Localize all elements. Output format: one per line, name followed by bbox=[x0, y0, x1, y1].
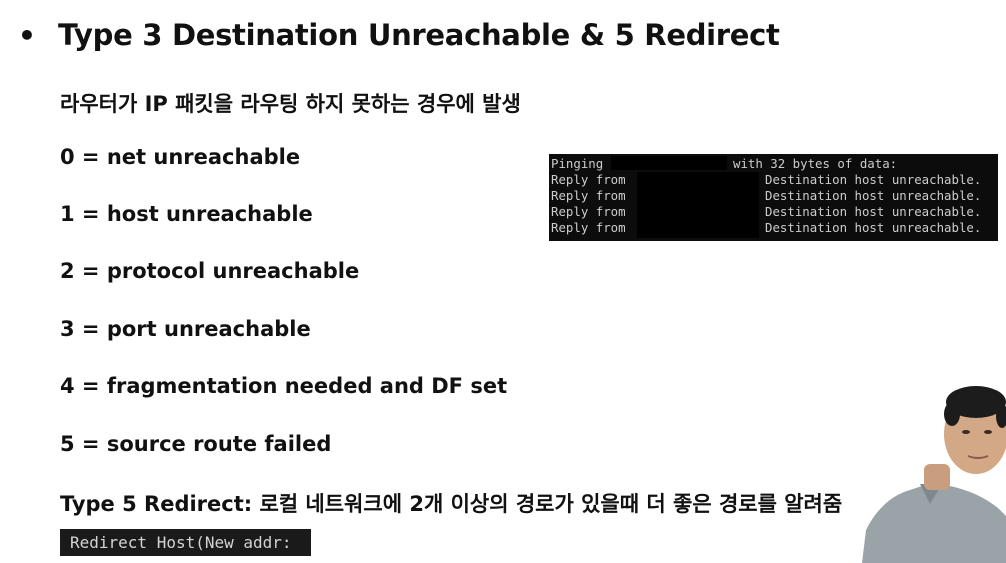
ping-label: Pinging bbox=[551, 156, 604, 171]
redacted-ip-replies bbox=[637, 172, 759, 238]
redacted-ip-header bbox=[611, 156, 727, 170]
code-item-0: 0 = net unreachable bbox=[60, 145, 301, 169]
slide-subtitle: 라우터가 IP 패킷을 라우팅 하지 못하는 경우에 발생 bbox=[60, 92, 521, 116]
code-item-5: 5 = source route failed bbox=[60, 432, 332, 456]
reply-label: Reply from bbox=[551, 172, 626, 187]
code-item-4: 4 = fragmentation needed and DF set bbox=[60, 374, 508, 398]
reply-line: Reply from Destination host unreachable. bbox=[549, 172, 998, 188]
reply-label: Reply from bbox=[551, 220, 626, 235]
code-item-1: 1 = host unreachable bbox=[60, 202, 313, 226]
slide: • Type 3 Destination Unreachable & 5 Red… bbox=[0, 0, 1006, 563]
code-item-3: 3 = port unreachable bbox=[60, 317, 311, 341]
ping-terminal-output: Pinging with 32 bytes of data: Reply fro… bbox=[549, 154, 998, 241]
reply-message: Destination host unreachable. bbox=[765, 220, 982, 235]
reply-label: Reply from bbox=[551, 188, 626, 203]
slide-title: Type 3 Destination Unreachable & 5 Redir… bbox=[58, 18, 780, 52]
reply-message: Destination host unreachable. bbox=[765, 204, 982, 219]
code-item-2: 2 = protocol unreachable bbox=[60, 259, 360, 283]
reply-message: Destination host unreachable. bbox=[765, 172, 982, 187]
ping-suffix: with 32 bytes of data: bbox=[733, 156, 898, 171]
redirect-description: Type 5 Redirect: 로컬 네트워크에 2개 이상의 경로가 있을때… bbox=[60, 492, 843, 516]
bullet-point: • bbox=[18, 19, 36, 52]
reply-line: Reply from Destination host unreachable. bbox=[549, 188, 998, 204]
reply-line: Reply from Destination host unreachable. bbox=[549, 204, 998, 220]
reply-message: Destination host unreachable. bbox=[765, 188, 982, 203]
redirect-host-output: Redirect Host(New addr: bbox=[60, 529, 311, 556]
reply-label: Reply from bbox=[551, 204, 626, 219]
presenter-video-overlay bbox=[862, 386, 1006, 563]
reply-line: Reply from Destination host unreachable. bbox=[549, 220, 998, 236]
